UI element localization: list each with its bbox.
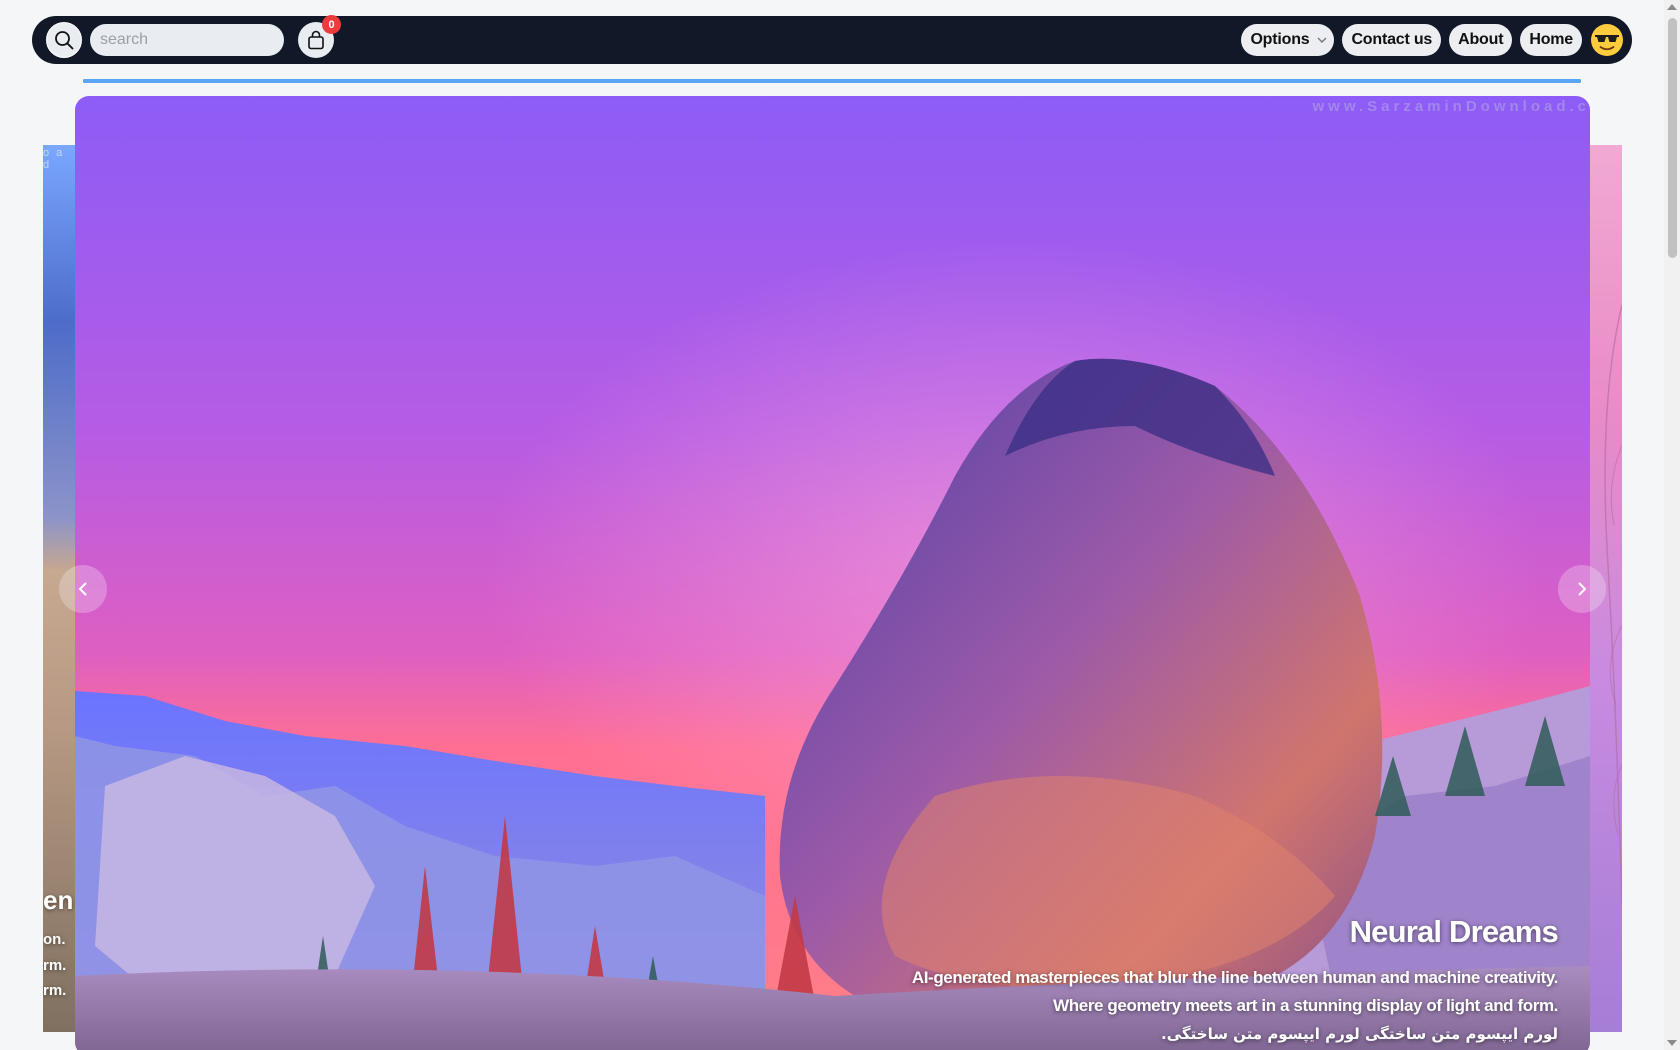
- slide-description-persian: لورم ایپسوم متن ساختگی لورم ایپسوم متن س…: [1161, 1025, 1558, 1043]
- carousel-next-button[interactable]: [1558, 565, 1606, 613]
- scroll-thumb[interactable]: [1668, 18, 1677, 258]
- chevron-right-icon: [1578, 582, 1587, 596]
- slide-description-line: Where geometry meets art in a stunning d…: [1053, 996, 1558, 1015]
- slide-caption: Neural Dreams AI-generated masterpieces …: [911, 914, 1559, 1048]
- slide-progress-fill: [83, 79, 1581, 83]
- peek-slide-line: on.: [43, 931, 66, 948]
- cart-button[interactable]: 0: [298, 15, 341, 58]
- peek-slide-title: en: [43, 885, 74, 915]
- home-button[interactable]: Home: [1520, 24, 1582, 56]
- page-scrollbar[interactable]: [1664, 0, 1680, 1050]
- search-button[interactable]: [46, 22, 82, 58]
- carousel-prev-button[interactable]: [59, 565, 107, 613]
- slide-progress-bar: [83, 79, 1581, 83]
- peek-slide-line: rm.: [43, 957, 67, 974]
- slide-description-line: AI-generated masterpieces that blur the …: [911, 968, 1559, 987]
- navbar-left-group: 0: [46, 15, 341, 58]
- scroll-up-arrow[interactable]: [1667, 4, 1677, 10]
- chevron-left-icon: [78, 582, 87, 596]
- contact-us-button[interactable]: Contact us: [1342, 24, 1442, 56]
- about-button[interactable]: About: [1449, 24, 1513, 56]
- active-slide[interactable]: www.SarzaminDownload.c Neural Dreams AI-…: [75, 96, 1590, 1050]
- options-label: Options: [1250, 31, 1310, 48]
- top-navbar: 0 Options Contact us About Home: [32, 15, 1632, 64]
- search-icon: [55, 31, 74, 50]
- sunglasses-emoji-avatar: [1591, 24, 1623, 56]
- search-input[interactable]: [90, 24, 284, 56]
- peek-slide-line: rm.: [43, 982, 67, 999]
- scroll-down-arrow[interactable]: [1667, 1040, 1677, 1046]
- navbar-right-group: Options Contact us About Home: [1241, 23, 1624, 57]
- shopping-bag-icon: [308, 30, 324, 50]
- slide-image-boulder-landscape: [75, 96, 1590, 1050]
- avatar[interactable]: [1590, 23, 1624, 57]
- cart-count-badge: 0: [322, 15, 341, 34]
- image-watermark: www.SarzaminDownload.c: [1312, 98, 1590, 115]
- options-dropdown[interactable]: Options: [1241, 24, 1335, 56]
- peek-watermark: o a d: [43, 147, 65, 171]
- chevron-down-icon: [1316, 34, 1328, 46]
- slide-title: Neural Dreams: [1349, 914, 1559, 949]
